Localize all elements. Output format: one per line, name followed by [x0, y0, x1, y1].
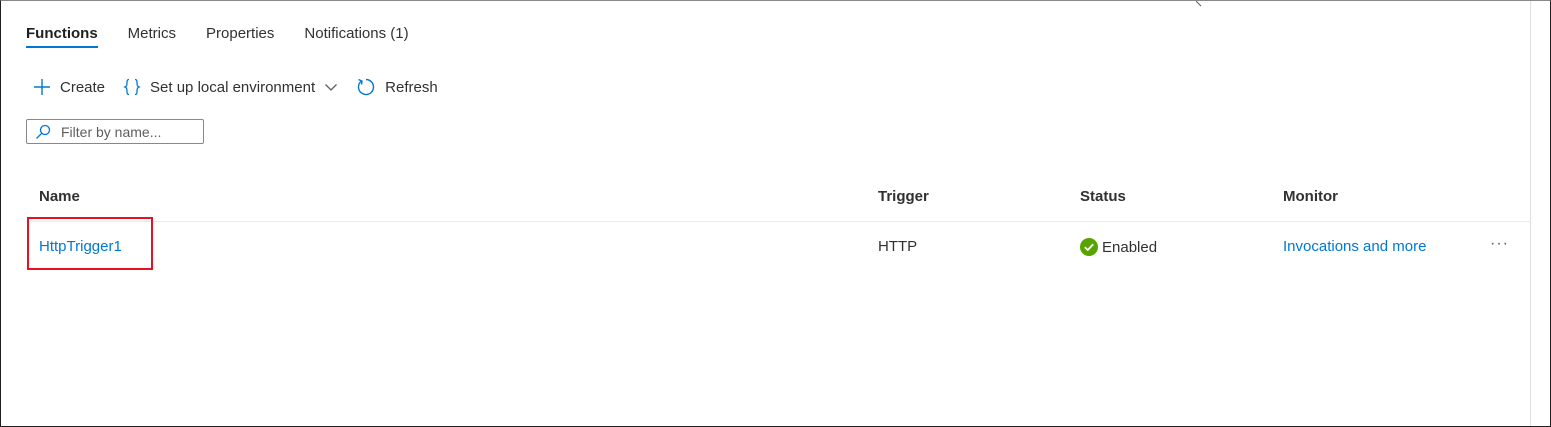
create-button[interactable]: Create — [33, 78, 105, 96]
plus-icon — [33, 78, 51, 96]
status-cell: Enabled — [1080, 238, 1157, 256]
tab-functions[interactable]: Functions — [26, 23, 98, 48]
refresh-label: Refresh — [385, 78, 438, 96]
check-circle-icon — [1080, 238, 1098, 256]
set-up-local-environment-button[interactable]: Set up local environment — [123, 78, 338, 96]
column-header-trigger[interactable]: Trigger — [878, 188, 929, 205]
column-header-monitor[interactable]: Monitor — [1283, 188, 1338, 205]
refresh-button[interactable]: Refresh — [356, 77, 438, 97]
command-bar: Create Set up local environment Refresh — [33, 77, 456, 97]
table-row: HttpTrigger1 HTTP Enabled Invocations an… — [26, 222, 1531, 272]
highlight-box — [27, 217, 153, 270]
column-header-name[interactable]: Name — [39, 188, 80, 205]
set-up-local-environment-label: Set up local environment — [150, 78, 316, 96]
search-icon — [35, 124, 51, 140]
tab-notifications[interactable]: Notifications (1) — [304, 23, 408, 48]
invocations-link[interactable]: Invocations and more — [1283, 238, 1426, 255]
table-header: Name Trigger Status Monitor — [26, 181, 1531, 222]
functions-panel: Functions Metrics Properties Notificatio… — [0, 0, 1551, 427]
tab-properties[interactable]: Properties — [206, 23, 274, 48]
more-icon[interactable]: ··· — [1490, 235, 1509, 253]
create-label: Create — [60, 78, 106, 96]
filter-input[interactable] — [61, 123, 191, 140]
cursor-icon — [1196, 1, 1202, 7]
trigger-cell: HTTP — [878, 238, 918, 255]
tab-bar: Functions Metrics Properties Notificatio… — [26, 23, 439, 48]
refresh-icon — [356, 77, 376, 97]
filter-box[interactable] — [26, 119, 204, 144]
status-text: Enabled — [1102, 238, 1158, 256]
curly-braces-icon — [123, 78, 142, 96]
tab-metrics[interactable]: Metrics — [128, 23, 176, 48]
column-header-status[interactable]: Status — [1080, 188, 1126, 205]
chevron-down-icon[interactable] — [324, 80, 338, 94]
